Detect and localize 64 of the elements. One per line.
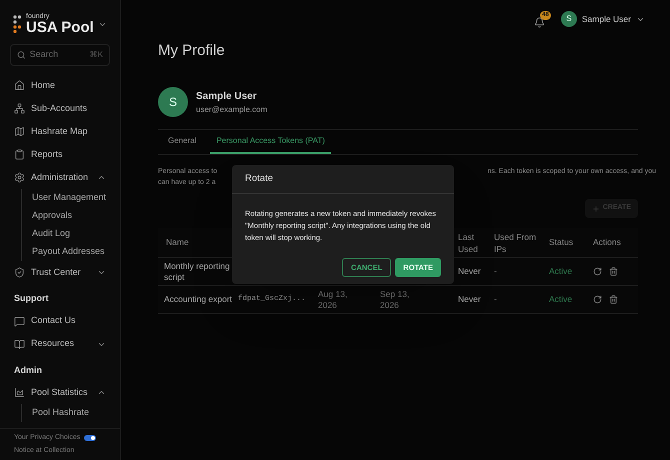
shortcut-hint: ⌘K [90,49,103,61]
logo-dots-icon [13,15,22,33]
table-cell-text: Aug 13, 2026 [318,288,348,310]
chart-icon [14,387,25,398]
table-cell-text: - [494,265,498,278]
rotate-icon[interactable] [593,267,602,276]
tab[interactable]: Personal Access Tokens (PAT) [210,130,331,154]
sidebar-item[interactable]: Hashrate Map [0,120,120,143]
sidebar-subitem[interactable]: Audit Log [22,225,120,243]
sidebar-item[interactable]: Sub-Accounts [0,97,120,120]
map-icon [14,126,25,137]
search-icon [17,50,26,60]
gear-icon [14,172,25,183]
search-input[interactable]: Search [30,48,86,62]
chevron-down-icon [97,268,106,277]
table-cell-text: - [494,293,498,306]
table-cell-text: Never [457,265,482,278]
page-title: My Profile [158,41,226,61]
chat-icon [14,316,25,326]
clipboard-icon [14,149,25,160]
sidebar-subitem[interactable]: Pool Hashrate [22,404,120,422]
network-icon [14,103,25,114]
sidebar-item[interactable]: Reports [0,143,120,166]
profile-name: Sample User [196,90,258,104]
trash-icon[interactable] [609,295,618,304]
column-header: Status [549,236,574,249]
home-icon [14,80,25,91]
shield-icon [14,267,25,278]
sidebar-item[interactable]: Contact Us [0,310,120,332]
column-header: Name [165,236,190,249]
column-header: Last Used [457,230,479,254]
sidebar-item[interactable]: Pool Statistics [0,381,120,404]
sidebar-item[interactable]: Resources [0,332,120,356]
column-header: Actions [593,236,622,249]
chevron-up-icon [97,173,106,182]
section-heading: Support [13,292,50,305]
table-cell-text: Accounting export [163,294,234,305]
table-cell-text: Monthly reporting script [163,260,231,282]
rotate-icon[interactable] [593,295,602,304]
sidebar-item[interactable]: Home [0,74,120,97]
profile-avatar: S [158,87,188,117]
table-cell-text: Sep 13, 2026 [380,288,410,310]
section-heading: Admin [13,364,43,376]
sidebar-item[interactable]: Trust Center [0,261,120,284]
status-text: Active [549,293,574,306]
brand-name: USA Pool [26,20,94,35]
column-header: Used From IPs [494,230,538,254]
tab[interactable]: General [162,130,202,154]
bell-icon [534,16,545,28]
sidebar-subitem[interactable]: User Management [22,189,120,207]
book-icon [14,338,25,350]
plus-icon [592,204,600,212]
sidebar-subitem[interactable]: Payout Addresses [22,243,120,261]
sidebar-subitem[interactable]: Approvals [22,207,120,225]
chevron-up-icon [97,388,106,397]
status-text: Active [549,265,574,278]
dialog-title: Rotate [232,165,454,194]
profile-email: user@example.com [196,104,268,116]
table-cell-text: Never [457,293,482,306]
user-avatar: S [560,11,577,27]
privacy-toggle-icon [84,435,96,442]
sidebar-item[interactable]: Administration [0,166,120,189]
trash-icon[interactable] [609,267,618,276]
user-menu[interactable]: S Sample User [560,11,645,27]
